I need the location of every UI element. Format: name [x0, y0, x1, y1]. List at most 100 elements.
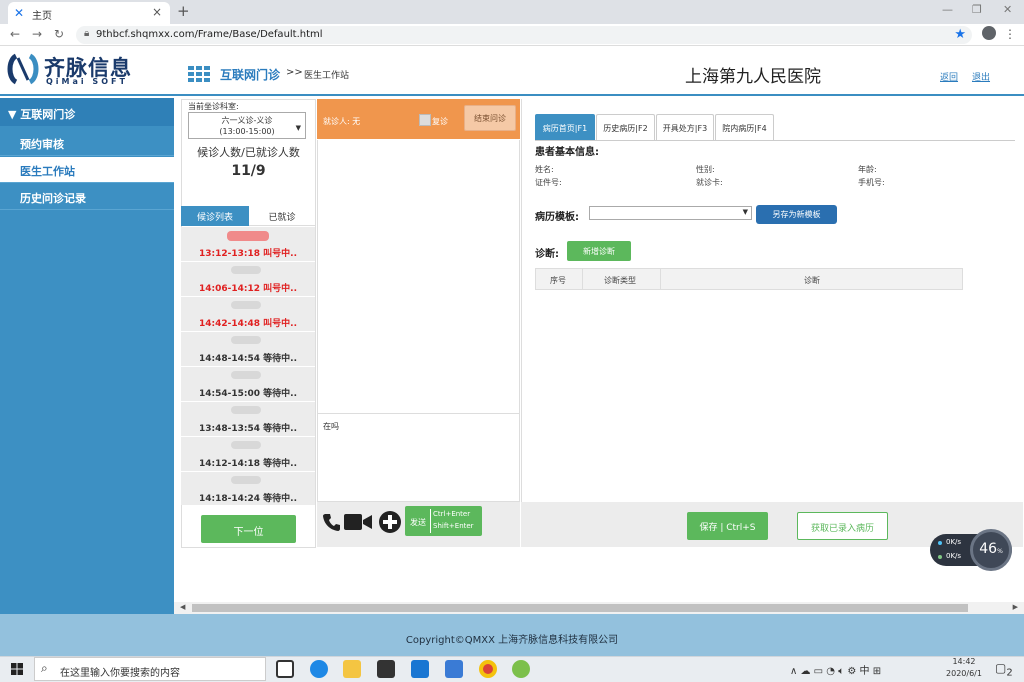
breadcrumb-current: 医生工作站 — [304, 71, 350, 81]
app-header: 齐脉信息 QiMai SOFT 互联网门诊 >> 医生工作站 上海第九人民医院 … — [0, 46, 1024, 96]
scroll-thumb[interactable] — [192, 604, 968, 612]
tab-divider — [535, 140, 1015, 141]
queue-row[interactable]: 14:12-14:18 等待中.. — [181, 437, 315, 472]
column-divider — [582, 269, 583, 289]
tab-inhospital-record[interactable]: 院内病历|F4 — [715, 114, 774, 140]
browser-menu-icon[interactable]: ⋮ — [1004, 27, 1016, 41]
template-select[interactable]: ▼ — [589, 206, 752, 220]
lock-icon: 🔒︎ — [84, 28, 90, 39]
qimai-logo-icon — [7, 53, 39, 85]
notification-icon[interactable]: ▢2 — [995, 661, 1013, 678]
scroll-left-icon[interactable]: ◀ — [180, 603, 185, 611]
sidebar-item-history[interactable]: 历史问诊记录 — [0, 184, 174, 210]
download-dot-icon — [938, 555, 942, 559]
clock-time[interactable]: 14:42 — [944, 657, 984, 666]
scroll-right-icon[interactable]: ▶ — [1013, 603, 1018, 611]
file-explorer-icon[interactable] — [343, 660, 361, 678]
sidebar-item-doctor-workstation[interactable]: 医生工作站 — [0, 157, 174, 183]
queue-row[interactable]: 14:42-14:48 叫号中.. — [181, 297, 315, 332]
url-input[interactable]: 🔒︎ 9thbcf.shqmxx.com/Frame/Base/Default.… — [76, 26, 972, 44]
fetch-record-button[interactable]: 获取已录入病历 — [797, 512, 888, 540]
back-link[interactable]: 返回 — [940, 70, 958, 83]
send-shortcut-2: Shift+Enter — [433, 522, 474, 530]
send-label: 发送 — [410, 518, 426, 527]
chrome-icon[interactable] — [479, 660, 497, 678]
dept-select[interactable]: 六一义诊-义诊 (13:00-15:00) ▼ — [188, 112, 306, 139]
chat-messages — [317, 140, 520, 413]
breadcrumb-main[interactable]: 互联网门诊 — [220, 66, 280, 83]
url-text: 9thbcf.shqmxx.com/Frame/Base/Default.htm… — [96, 29, 323, 40]
new-tab-icon[interactable]: + — [177, 2, 190, 20]
end-consultation-button[interactable]: 结束问诊 — [464, 105, 516, 131]
field-name: 姓名: — [535, 165, 554, 174]
browser-tab[interactable]: ✕ 主页 × — [8, 2, 170, 24]
ime-indicator[interactable]: 中 — [860, 666, 870, 677]
tab-prescription[interactable]: 开具处方|F3 — [656, 114, 714, 140]
phone-icon[interactable] — [322, 512, 342, 532]
queue-row-time: 14:06-14:12 叫号中.. — [198, 284, 297, 294]
patient-avatar-blurred — [231, 441, 261, 449]
breadcrumb-separator: >> — [286, 67, 303, 78]
mail-icon[interactable] — [411, 660, 429, 678]
tab-close-icon[interactable]: × — [152, 5, 162, 19]
queue-row-time: 14:54-15:00 等待中.. — [198, 389, 297, 399]
dropdown-arrow-icon: ▼ — [295, 124, 301, 132]
save-as-template-button[interactable]: 另存为新模板 — [756, 205, 837, 224]
taskbar-search-input[interactable]: ⌕ 在这里输入你要搜索的内容 — [34, 657, 266, 681]
edge-browser-icon[interactable] — [310, 660, 328, 678]
next-patient-button[interactable]: 下一位 — [201, 515, 296, 543]
revisit-label: 复诊 — [432, 117, 448, 126]
sidebar-item-appointment-review[interactable]: 预约审核 — [0, 130, 174, 156]
dropdown-arrow-icon: ▼ — [742, 208, 748, 216]
queue-count-value: 11/9 — [231, 163, 266, 179]
tab-history-record[interactable]: 历史病历|F2 — [596, 114, 655, 140]
queue-row[interactable]: 14:06-14:12 叫号中.. — [181, 262, 315, 297]
copyright-text: Copyright©QMXX 上海齐脉信息科技有限公司 — [405, 635, 619, 646]
tab-done-list[interactable]: 已就诊 — [249, 206, 315, 226]
minimize-icon[interactable]: — — [942, 3, 953, 16]
queue-row-time: 14:12-14:18 等待中.. — [198, 459, 297, 469]
queue-row[interactable]: 13:12-13:18 叫号中.. — [181, 227, 315, 262]
video-call-icon[interactable] — [344, 513, 372, 531]
reload-icon[interactable]: ↻ — [54, 27, 64, 41]
browser-tabbar: ✕ 主页 × + — ❐ ✕ — [0, 0, 1024, 24]
wechat-icon[interactable] — [512, 660, 530, 678]
wps-icon[interactable] — [445, 660, 463, 678]
clock-date[interactable]: 2020/6/1 — [940, 669, 988, 678]
back-arrow-icon[interactable]: ← — [10, 27, 20, 41]
queue-row[interactable]: 13:48-13:54 等待中.. — [181, 402, 315, 437]
horizontal-scrollbar[interactable]: ◀ ▶ — [174, 602, 1024, 614]
chat-input-text: 在吗 — [323, 422, 339, 431]
system-tray[interactable]: ∧ ☁ ▭ ◔ 🔈︎ ⚙ 中 ⊞ — [790, 662, 881, 677]
upload-dot-icon — [938, 541, 942, 545]
forward-arrow-icon[interactable]: → — [32, 27, 42, 41]
column-divider — [660, 269, 661, 289]
queue-row-time: 14:18-14:24 等待中.. — [198, 494, 297, 504]
patient-avatar-blurred — [231, 301, 261, 309]
bookmark-star-icon[interactable]: ★ — [954, 27, 966, 42]
sidebar-section-internet-clinic[interactable]: ▼ 互联网门诊 — [0, 98, 174, 126]
profile-avatar-icon[interactable] — [982, 26, 996, 40]
download-speed: 0K/s — [946, 552, 962, 560]
queue-row[interactable]: 14:18-14:24 等待中.. — [181, 472, 315, 505]
add-diagnosis-button[interactable]: 新增诊断 — [567, 241, 631, 261]
template-label: 病历模板: — [535, 212, 579, 223]
taskbar-search-placeholder: 在这里输入你要搜索的内容 — [60, 668, 180, 679]
window-close-icon[interactable]: ✕ — [1003, 3, 1012, 16]
chat-input[interactable] — [317, 413, 520, 502]
revisit-checkbox[interactable] — [419, 114, 431, 126]
save-record-button[interactable]: 保存 | Ctrl+S — [687, 512, 768, 540]
add-circle-icon[interactable] — [379, 511, 401, 533]
restore-icon[interactable]: ❐ — [972, 3, 982, 16]
logout-link[interactable]: 退出 — [972, 70, 990, 83]
store-icon[interactable] — [377, 660, 395, 678]
task-view-icon[interactable] — [276, 660, 294, 678]
tab-waiting-list[interactable]: 候诊列表 — [181, 206, 249, 226]
queue-row-time: 14:42-14:48 叫号中.. — [198, 319, 297, 329]
windows-start-icon[interactable] — [11, 663, 23, 675]
queue-row[interactable]: 14:48-14:54 等待中.. — [181, 332, 315, 367]
send-button[interactable]: 发送 Ctrl+Enter Shift+Enter — [405, 506, 482, 536]
app-grid-icon[interactable] — [188, 66, 210, 82]
tab-record-home[interactable]: 病历首页|F1 — [535, 114, 595, 140]
queue-row[interactable]: 14:54-15:00 等待中.. — [181, 367, 315, 402]
